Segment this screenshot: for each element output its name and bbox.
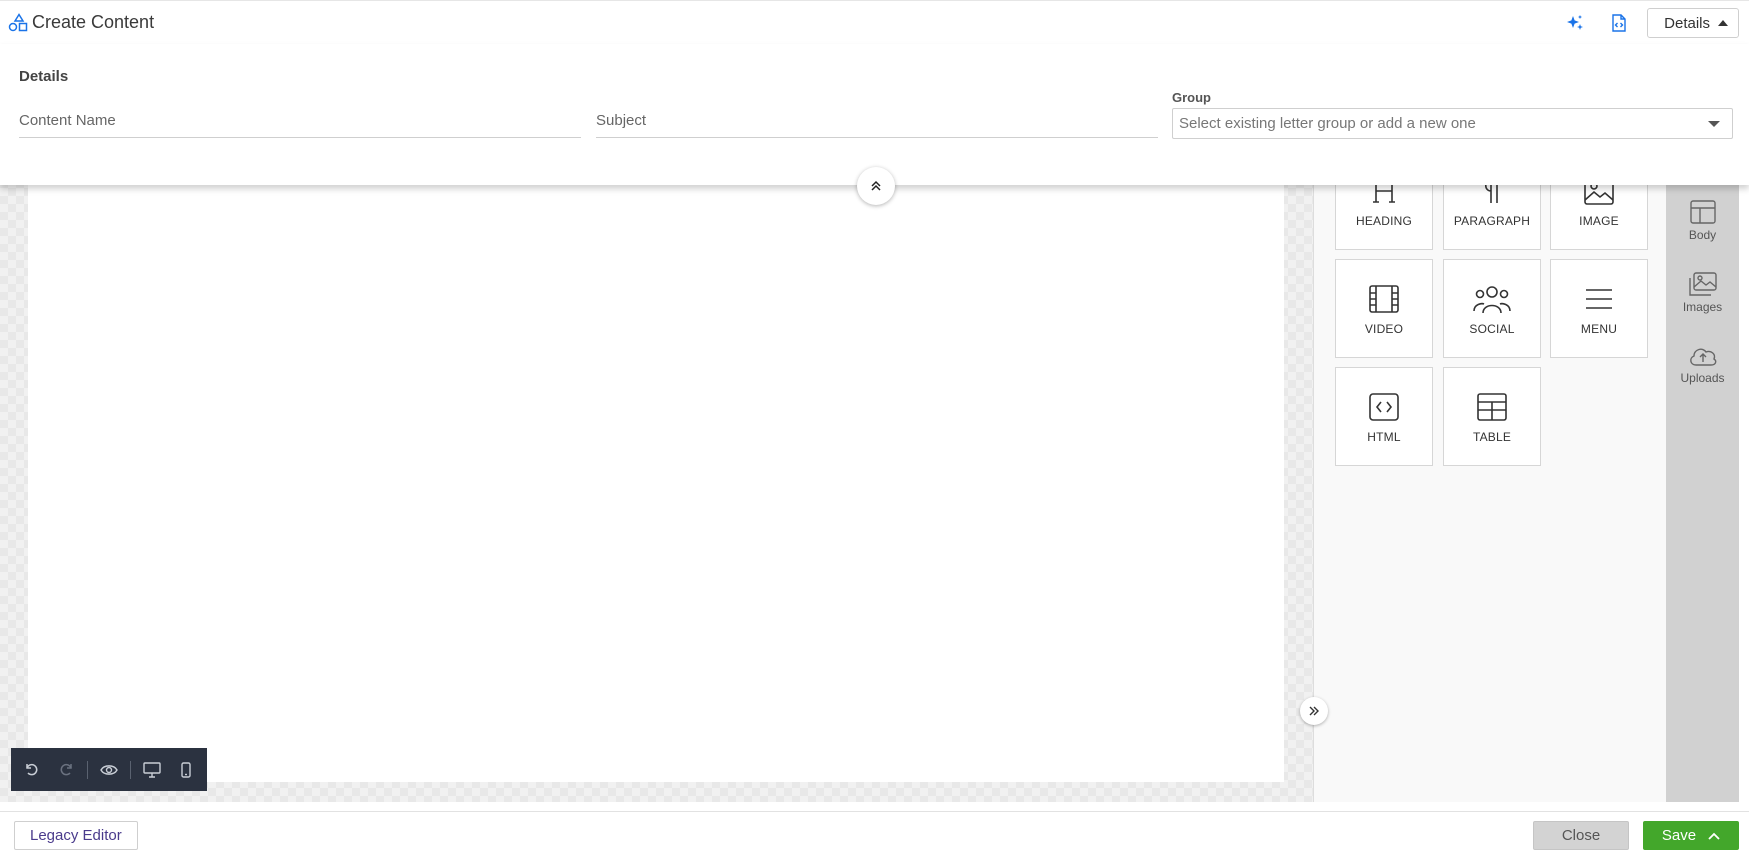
rail-label: Images [1682, 300, 1723, 314]
chevrons-up-icon [871, 180, 881, 191]
app-title: Create Content [8, 12, 154, 33]
group-label: Group [1172, 90, 1211, 105]
block-html[interactable]: HTML [1335, 367, 1433, 466]
save-button[interactable]: Save [1643, 821, 1739, 850]
block-label: TABLE [1472, 429, 1512, 444]
content-name-input[interactable] [19, 104, 581, 137]
block-label: SOCIAL [1469, 321, 1515, 336]
block-label: PARAGRAPH [1453, 213, 1531, 228]
html-icon [1368, 390, 1400, 424]
undo-button[interactable] [17, 755, 47, 785]
desktop-view-button[interactable] [137, 755, 167, 785]
block-label: VIDEO [1364, 321, 1404, 336]
details-toggle-button[interactable]: Details [1647, 8, 1739, 38]
collapse-details-button[interactable] [857, 167, 895, 205]
top-bar: Create Content Details [0, 0, 1749, 44]
undo-icon [26, 763, 38, 775]
details-heading: Details [19, 68, 69, 85]
details-button-label: Details [1664, 14, 1710, 32]
subject-field [596, 104, 1158, 138]
caret-up-icon [1718, 20, 1728, 26]
mobile-icon [181, 761, 191, 778]
code-file-icon [1612, 14, 1626, 32]
block-label: HEADING [1355, 213, 1413, 228]
rail-item-images[interactable]: Images [1666, 263, 1739, 323]
caret-down-icon [1708, 121, 1720, 127]
images-icon [1688, 272, 1717, 296]
mobile-view-button[interactable] [171, 755, 201, 785]
shapes-icon [8, 12, 28, 31]
group-placeholder: Select existing letter group or add a ne… [1179, 115, 1476, 132]
ai-assist-button[interactable] [1559, 9, 1591, 37]
redo-icon [60, 763, 72, 775]
chevron-up-icon[interactable] [1708, 832, 1720, 840]
block-label: IMAGE [1579, 213, 1619, 228]
cloud-upload-icon [1689, 348, 1716, 366]
table-icon [1476, 390, 1508, 424]
desktop-icon [143, 761, 161, 778]
block-label: MENU [1580, 321, 1618, 336]
block-video[interactable]: VIDEO [1335, 259, 1433, 358]
block-table[interactable]: TABLE [1443, 367, 1541, 466]
rail-item-uploads[interactable]: Uploads [1666, 335, 1739, 395]
expand-panel-button[interactable] [1300, 697, 1328, 725]
content-name-field [19, 104, 581, 138]
legacy-editor-button[interactable]: Legacy Editor [14, 821, 138, 850]
chevrons-right-icon [1309, 706, 1319, 716]
redo-button[interactable] [51, 755, 81, 785]
body-layout-icon [1689, 200, 1716, 224]
save-label: Save [1661, 827, 1697, 844]
block-social[interactable]: SOCIAL [1443, 259, 1541, 358]
preview-button[interactable] [94, 755, 124, 785]
close-button[interactable]: Close [1533, 821, 1629, 850]
menu-icon [1584, 282, 1614, 316]
toolbar-divider [130, 760, 131, 779]
subject-input[interactable] [596, 104, 1158, 137]
top-actions: Details [1559, 8, 1739, 38]
group-select[interactable]: Select existing letter group or add a ne… [1172, 108, 1733, 139]
sparkle-icon [1567, 15, 1584, 30]
block-label: HTML [1367, 429, 1401, 444]
video-icon [1368, 282, 1400, 316]
editor-toolbar [11, 748, 207, 791]
eye-icon [100, 764, 118, 775]
rail-label: Body [1688, 228, 1717, 242]
block-menu[interactable]: MENU [1550, 259, 1648, 358]
social-icon [1472, 282, 1512, 316]
code-file-button[interactable] [1603, 9, 1635, 37]
toolbar-divider [87, 760, 88, 779]
rail-item-body[interactable]: Body [1666, 191, 1739, 251]
footer: Legacy Editor Close Save [0, 811, 1749, 855]
rail-label: Uploads [1680, 371, 1725, 385]
details-panel: Details Group Select existing letter gro… [0, 44, 1749, 185]
page-title: Create Content [32, 12, 155, 32]
